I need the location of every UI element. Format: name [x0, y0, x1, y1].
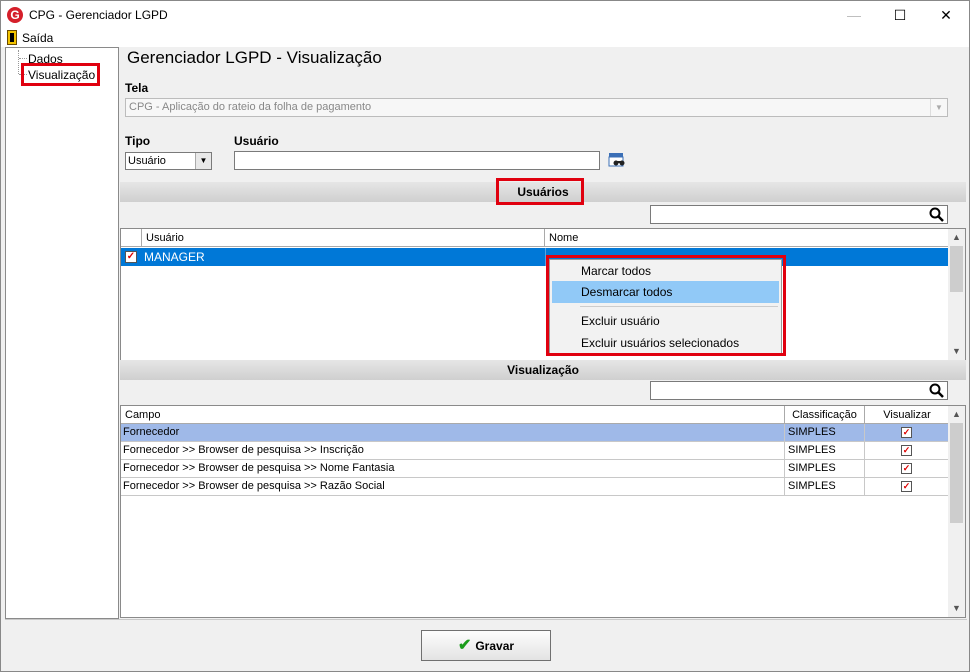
tipo-select-value: Usuário: [128, 155, 166, 167]
tela-select[interactable]: CPG - Aplicação do rateio da folha de pa…: [125, 98, 948, 117]
users-search-input[interactable]: [650, 205, 948, 224]
campo-cell: Fornecedor >> Browser de pesquisa >> Nom…: [121, 460, 785, 478]
vis-grid-header: Campo Classificação Visualizar: [121, 406, 949, 424]
usuario-cell: MANAGER: [144, 250, 205, 264]
chevron-down-icon: ▼: [930, 99, 947, 116]
campo-cell: Fornecedor >> Browser de pesquisa >> Ins…: [121, 442, 785, 460]
gravar-button[interactable]: ✔ Gravar: [421, 630, 551, 661]
menu-exit[interactable]: Saída: [22, 31, 53, 45]
visualizar-checkbox[interactable]: ✓: [901, 427, 912, 438]
navigation-tree: Dados Visualização: [5, 47, 119, 619]
classificacao-cell: SIMPLES: [785, 460, 865, 478]
vis-search-input[interactable]: [650, 381, 948, 400]
window-title: CPG - Gerenciador LGPD: [29, 8, 168, 22]
visualizar-cell: ✓: [865, 424, 949, 442]
page-title: Gerenciador LGPD - Visualização: [127, 48, 382, 67]
highlight-box: [21, 63, 100, 86]
classificacao-cell: SIMPLES: [785, 424, 865, 442]
scroll-down-icon[interactable]: ▼: [948, 600, 965, 617]
bottom-divider: [5, 619, 967, 620]
minimize-button[interactable]: —: [831, 1, 877, 29]
tree-connector: [19, 58, 27, 59]
users-grid-header: Usuário Nome: [121, 229, 949, 247]
usuario-label: Usuário: [234, 134, 279, 148]
check-column-header: [121, 229, 142, 247]
checkmark-icon: ✔: [457, 637, 472, 654]
visualizar-cell: ✓: [865, 442, 949, 460]
campo-column-header[interactable]: Campo: [121, 406, 785, 424]
visualizar-checkbox[interactable]: ✓: [901, 445, 912, 456]
table-row[interactable]: Fornecedor SIMPLES ✓: [121, 424, 949, 442]
exit-door-icon: [7, 30, 17, 45]
vis-scrollbar[interactable]: ▲ ▼: [948, 406, 965, 617]
scroll-thumb[interactable]: [950, 246, 963, 292]
app-logo-icon: G: [7, 7, 23, 23]
chevron-down-icon: ▼: [195, 153, 211, 169]
visualizar-cell: ✓: [865, 478, 949, 496]
table-row[interactable]: Fornecedor >> Browser de pesquisa >> Raz…: [121, 478, 949, 496]
classificacao-cell: SIMPLES: [785, 442, 865, 460]
classificacao-cell: SIMPLES: [785, 478, 865, 496]
title-bar: G CPG - Gerenciador LGPD — ☐ ✕: [1, 1, 969, 29]
visualizar-checkbox[interactable]: ✓: [901, 463, 912, 474]
nome-column-header[interactable]: Nome: [545, 229, 949, 247]
search-icon[interactable]: [929, 382, 945, 399]
tree-connector: [18, 50, 19, 74]
row-checkbox[interactable]: ✓: [125, 251, 137, 263]
menu-bar: Saída: [1, 29, 969, 47]
search-icon[interactable]: [929, 206, 945, 223]
usuario-input[interactable]: [234, 151, 600, 170]
table-row[interactable]: Fornecedor >> Browser de pesquisa >> Ins…: [121, 442, 949, 460]
app-window: G CPG - Gerenciador LGPD — ☐ ✕ Saída Dad…: [0, 0, 970, 672]
visualizacao-section-header: Visualização: [120, 360, 966, 380]
tela-select-value: CPG - Aplicação do rateio da folha de pa…: [129, 101, 372, 113]
tipo-label: Tipo: [125, 134, 151, 148]
scroll-down-icon[interactable]: ▼: [948, 343, 965, 360]
close-button[interactable]: ✕: [923, 1, 969, 29]
visualizacao-grid: Campo Classificação Visualizar Fornecedo…: [120, 405, 966, 618]
highlight-box: [546, 255, 786, 356]
users-scrollbar[interactable]: ▲ ▼: [948, 229, 965, 360]
classificacao-column-header[interactable]: Classificação: [785, 406, 865, 424]
visualizar-cell: ✓: [865, 460, 949, 478]
binoculars-icon[interactable]: [608, 152, 626, 168]
scroll-up-icon[interactable]: ▲: [948, 406, 965, 423]
tela-label: Tela: [125, 81, 149, 95]
gravar-button-label: Gravar: [475, 639, 515, 653]
scroll-up-icon[interactable]: ▲: [948, 229, 965, 246]
maximize-button[interactable]: ☐: [877, 1, 923, 29]
visualizar-checkbox[interactable]: ✓: [901, 481, 912, 492]
table-row[interactable]: ✓ MANAGER: [121, 248, 949, 266]
usuario-column-header[interactable]: Usuário: [142, 229, 545, 247]
campo-cell: Fornecedor >> Browser de pesquisa >> Raz…: [121, 478, 785, 496]
campo-cell: Fornecedor: [121, 424, 785, 442]
visualizar-column-header[interactable]: Visualizar: [865, 406, 949, 424]
table-row[interactable]: Fornecedor >> Browser de pesquisa >> Nom…: [121, 460, 949, 478]
users-grid: Usuário Nome ✓ MANAGER ▲ ▼: [120, 228, 966, 361]
scroll-thumb[interactable]: [950, 423, 963, 523]
tipo-select[interactable]: Usuário ▼: [125, 152, 212, 170]
highlight-box: [496, 178, 584, 205]
